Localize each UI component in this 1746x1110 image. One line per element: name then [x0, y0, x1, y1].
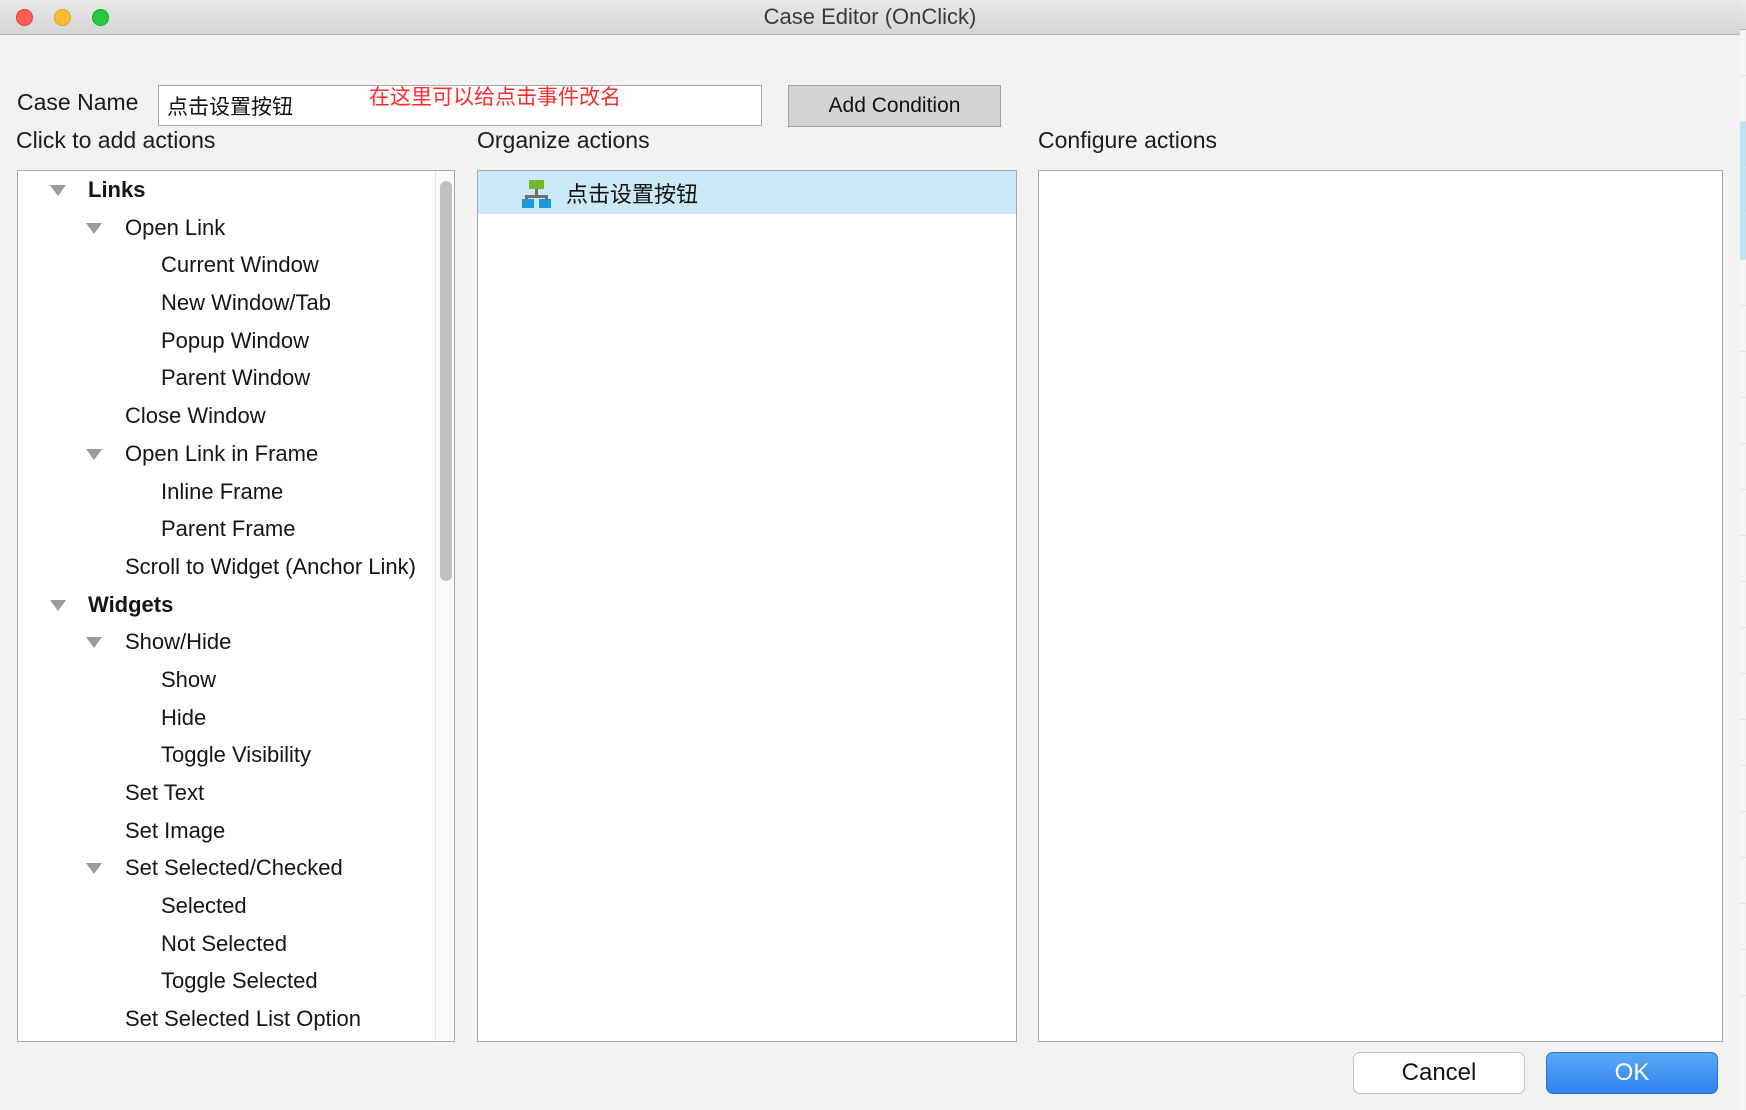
tree-item[interactable]: Parent Frame	[18, 510, 436, 548]
tree-item-label: Inline Frame	[161, 478, 284, 504]
tree-item-label: Toggle Selected	[161, 968, 318, 994]
tree-item-label: Parent Frame	[161, 516, 296, 542]
tree-item[interactable]: Close Window	[18, 397, 436, 435]
tree-item-label: Current Window	[161, 252, 319, 278]
organize-actions-panel[interactable]: 点击设置按钮	[477, 170, 1017, 1042]
tree-item-label: Toggle Visibility	[161, 742, 312, 768]
sitemap-icon-part	[529, 179, 544, 189]
tree-item-label: New Window/Tab	[161, 290, 331, 316]
tree-item[interactable]: Current Window	[18, 246, 436, 284]
tree-item[interactable]: Show	[18, 661, 436, 699]
tree-item-label: Popup Window	[161, 327, 309, 353]
actions-tree[interactable]: Links Open Link Current Window New Window/T…	[18, 171, 436, 1041]
case-name-row: Case Name 在这里可以给点击事件改名 Add Condition	[0, 35, 1740, 127]
tree-item-label: Open Link	[125, 214, 226, 240]
sitemap-icon-part	[539, 198, 551, 208]
tree-item-label: Widgets	[88, 591, 174, 617]
tree-item-label: Selected	[161, 893, 247, 919]
dialog-footer: Cancel OK	[0, 1042, 1740, 1110]
actions-tree-panel: Links Open Link Current Window New Window/T…	[17, 170, 455, 1042]
tree-item[interactable]: Toggle Visibility	[18, 736, 436, 774]
chevron-down-icon[interactable]	[50, 185, 66, 196]
tree-item[interactable]: Popup Window	[18, 322, 436, 360]
case-name-input[interactable]	[158, 85, 762, 126]
tree-item[interactable]: New Window/Tab	[18, 284, 436, 322]
tree-item[interactable]: Selected	[18, 887, 436, 925]
tree-item-label: Scroll to Widget (Anchor Link)	[125, 553, 416, 579]
actions-tree-scrollbar-thumb[interactable]	[440, 181, 452, 581]
tree-item-label: Open Link in Frame	[125, 440, 319, 466]
tree-item-label: Close Window	[125, 403, 266, 429]
sitemap-icon	[522, 179, 551, 208]
chevron-down-icon[interactable]	[50, 599, 66, 611]
tree-item-label: Parent Window	[161, 365, 311, 391]
tree-item[interactable]: Scroll to Widget (Anchor Link)	[18, 548, 436, 586]
tree-item-label: Links	[88, 177, 146, 202]
tree-item[interactable]: Set Text	[18, 774, 436, 812]
organize-action-label: 点击设置按钮	[566, 181, 699, 207]
tree-item[interactable]: Set Selected/Checked	[18, 849, 436, 887]
tree-item[interactable]: Not Selected	[18, 925, 436, 963]
case-editor-dialog: Case Editor (OnClick) Case Name 在这里可以给点击…	[0, 0, 1740, 1110]
tree-item[interactable]: Set Selected List Option	[18, 1000, 436, 1038]
tree-item[interactable]: Set Image	[18, 812, 436, 850]
tree-item-label: Set Text	[125, 780, 205, 805]
tree-item-label: Not Selected	[161, 930, 287, 956]
click-to-add-actions-header: Click to add actions	[16, 127, 216, 153]
actions-tree-scrollbar[interactable]	[435, 171, 454, 1041]
configure-actions-header: Configure actions	[1038, 127, 1217, 153]
chevron-down-icon[interactable]	[86, 637, 102, 649]
tree-item[interactable]: Show/Hide	[18, 623, 436, 661]
tree-item[interactable]: Parent Window	[18, 359, 436, 397]
window-title: Case Editor (OnClick)	[763, 4, 977, 29]
organize-actions-list[interactable]: 点击设置按钮	[478, 171, 1016, 214]
organize-actions-header: Organize actions	[477, 127, 650, 153]
organize-action-row[interactable]: 点击设置按钮	[478, 171, 1016, 214]
case-name-label: Case Name	[17, 89, 139, 115]
chevron-down-icon[interactable]	[86, 222, 102, 234]
cancel-button[interactable]: Cancel	[1353, 1052, 1525, 1094]
configure-actions-panel[interactable]	[1038, 170, 1723, 1042]
tree-item-label: Show	[161, 666, 217, 692]
chevron-down-icon[interactable]	[86, 448, 102, 460]
tree-item[interactable]: Hide	[18, 699, 436, 737]
add-condition-button[interactable]: Add Condition	[788, 85, 1001, 127]
tree-item[interactable]: Inline Frame	[18, 473, 436, 511]
chevron-down-icon[interactable]	[86, 863, 102, 875]
ok-button[interactable]: OK	[1546, 1052, 1718, 1094]
tree-item[interactable]: Toggle Selected	[18, 962, 436, 1000]
tree-item[interactable]: Links	[18, 171, 436, 209]
tree-item[interactable]: Widgets	[18, 586, 436, 624]
window-titlebar: Case Editor (OnClick)	[0, 0, 1740, 35]
sitemap-icon-part	[522, 198, 534, 208]
tree-item-label: Show/Hide	[125, 629, 232, 655]
tree-item[interactable]: Open Link in Frame	[18, 435, 436, 473]
tree-item[interactable]: Open Link	[18, 209, 436, 247]
tree-item-label: Set Selected/Checked	[125, 855, 343, 881]
tree-item-label: Set Selected List Option	[125, 1006, 362, 1032]
tree-item-label: Set Image	[125, 817, 226, 843]
tree-item-label: Hide	[161, 704, 207, 730]
